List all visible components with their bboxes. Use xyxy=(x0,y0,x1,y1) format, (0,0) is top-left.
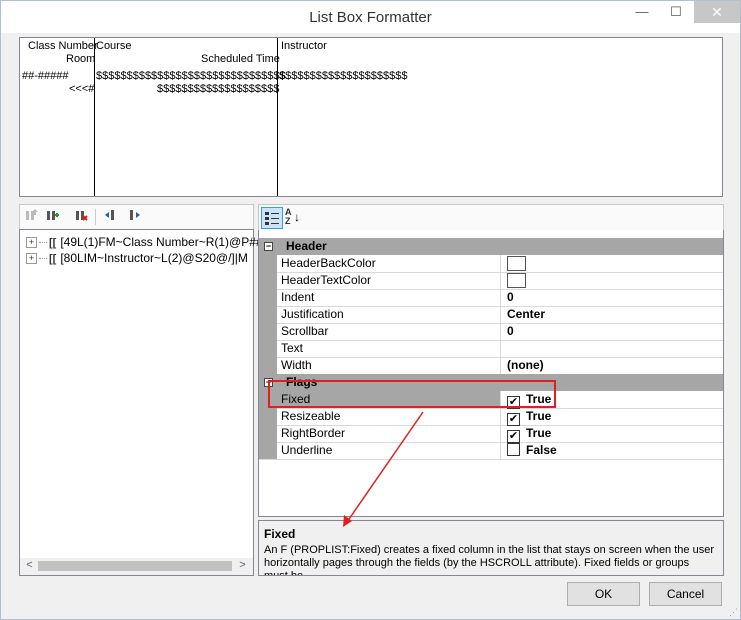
picture-instructor: $$$$$$$$$$$$$$$$$$$$$ xyxy=(279,70,408,82)
resize-grip-icon[interactable]: ⋰ xyxy=(729,607,738,618)
list-preview[interactable]: Class Number Room Course Scheduled Time … xyxy=(19,37,723,197)
shift-left-icon[interactable] xyxy=(103,208,119,224)
property-row[interactable]: Underline False xyxy=(259,442,723,460)
property-value[interactable]: Center xyxy=(507,306,545,322)
cancel-button[interactable]: Cancel xyxy=(649,582,722,606)
property-name: HeaderTextColor xyxy=(281,273,372,287)
scroll-right-arrow[interactable]: > xyxy=(235,559,250,571)
header-room: Room xyxy=(66,53,96,65)
property-name: Scrollbar xyxy=(281,324,329,338)
field-toolbar xyxy=(19,204,254,230)
picture-scheduled-time: $$$$$$$$$$$$$$$$$$$$ xyxy=(157,83,280,95)
tree-item-label: [49L(1)FM~Class Number~R(1)@P##- xyxy=(60,235,267,249)
property-row[interactable]: HeaderTextColor xyxy=(259,272,723,290)
column-group-icon: [[ xyxy=(49,253,57,265)
annotation-highlight-box xyxy=(268,380,556,408)
tree-item-label: [80LIM~Instructor~L(2)@S20@/]|M xyxy=(60,251,248,265)
dialog-window: List Box Formatter — ☐ ✕ Class Number Ro… xyxy=(0,0,741,620)
color-swatch[interactable] xyxy=(507,273,526,288)
property-name: Text xyxy=(281,341,304,355)
property-value[interactable]: 0 xyxy=(507,323,514,339)
property-name: Resizeable xyxy=(281,409,341,423)
description-text: An F (PROPLIST:Fixed) creates a fixed co… xyxy=(264,544,714,576)
header-scheduled-time: Scheduled Time xyxy=(201,53,280,65)
color-swatch[interactable] xyxy=(507,256,526,271)
picture-course: $$$$$$$$$$$$$$$$$$$$$$$$$$$$$$$ xyxy=(96,70,286,82)
column-group-icon: [[ xyxy=(49,237,57,249)
property-value: True xyxy=(526,409,552,423)
expand-icon[interactable]: + xyxy=(26,237,37,249)
property-row[interactable]: Justification Center xyxy=(259,306,723,324)
scroll-left-arrow[interactable]: < xyxy=(22,559,37,571)
property-name: RightBorder xyxy=(281,426,346,440)
property-value: True xyxy=(526,426,552,440)
property-row[interactable]: Resizeable ✔ True xyxy=(259,408,723,426)
property-value[interactable]: (none) xyxy=(507,357,544,373)
horizontal-scrollbar[interactable]: < > xyxy=(20,558,253,575)
shift-right-icon[interactable] xyxy=(127,208,143,224)
property-row[interactable]: Width (none) xyxy=(259,357,723,375)
tree-connector xyxy=(39,258,47,260)
property-row[interactable]: Scrollbar 0 xyxy=(259,323,723,341)
category-header[interactable]: − Header xyxy=(259,238,723,255)
description-title: Fixed xyxy=(264,527,296,541)
picture-class-number: ##-##### xyxy=(22,70,69,82)
ok-button[interactable]: OK xyxy=(567,582,640,606)
description-panel: Fixed An F (PROPLIST:Fixed) creates a fi… xyxy=(258,520,724,576)
collapse-icon[interactable]: − xyxy=(264,242,273,251)
title-bar: List Box Formatter — ☐ ✕ xyxy=(1,1,740,33)
close-button[interactable]: ✕ xyxy=(694,1,740,23)
header-class-number: Class Number xyxy=(28,40,98,52)
maximize-button[interactable]: ☐ xyxy=(659,1,693,23)
expand-icon[interactable]: + xyxy=(26,253,37,265)
tree-connector xyxy=(39,242,47,244)
property-value: False xyxy=(526,443,557,457)
property-name: Width xyxy=(281,358,312,372)
header-instructor: Instructor xyxy=(281,40,327,52)
categorized-icon[interactable] xyxy=(261,207,283,229)
sort-arrow-icon: ↓ xyxy=(294,210,300,224)
field-tree[interactable]: + [[[49L(1)FM~Class Number~R(1)@P##- + [[[… xyxy=(19,229,267,576)
property-name: Underline xyxy=(281,443,333,457)
tree-item[interactable]: + [[[80LIM~Instructor~L(2)@S20@/]|M xyxy=(26,250,248,266)
toolbar-separator xyxy=(95,209,96,225)
checkbox[interactable] xyxy=(507,443,520,456)
property-row[interactable]: RightBorder ✔ True xyxy=(259,425,723,443)
property-name: HeaderBackColor xyxy=(281,256,376,270)
property-row[interactable]: Indent 0 xyxy=(259,289,723,307)
property-row[interactable]: Text xyxy=(259,340,723,358)
scroll-thumb[interactable] xyxy=(38,561,232,571)
property-row[interactable]: HeaderBackColor xyxy=(259,255,723,273)
add-field-icon[interactable] xyxy=(44,208,60,224)
tree-item[interactable]: + [[[49L(1)FM~Class Number~R(1)@P##- xyxy=(26,234,267,250)
property-grid-toolbar: A Z ↓ xyxy=(258,204,724,231)
minimize-button[interactable]: — xyxy=(625,1,659,23)
property-name: Indent xyxy=(281,290,315,304)
category-label: Header xyxy=(286,239,327,253)
property-name: Justification xyxy=(281,307,344,321)
picture-room: <<<# xyxy=(69,83,95,95)
property-grid[interactable]: − Header HeaderBackColor HeaderTextColor… xyxy=(258,230,724,517)
property-value[interactable]: 0 xyxy=(507,289,514,305)
header-course: Course xyxy=(96,40,132,52)
move-up-icon[interactable] xyxy=(23,208,39,224)
delete-field-icon[interactable] xyxy=(73,208,89,224)
